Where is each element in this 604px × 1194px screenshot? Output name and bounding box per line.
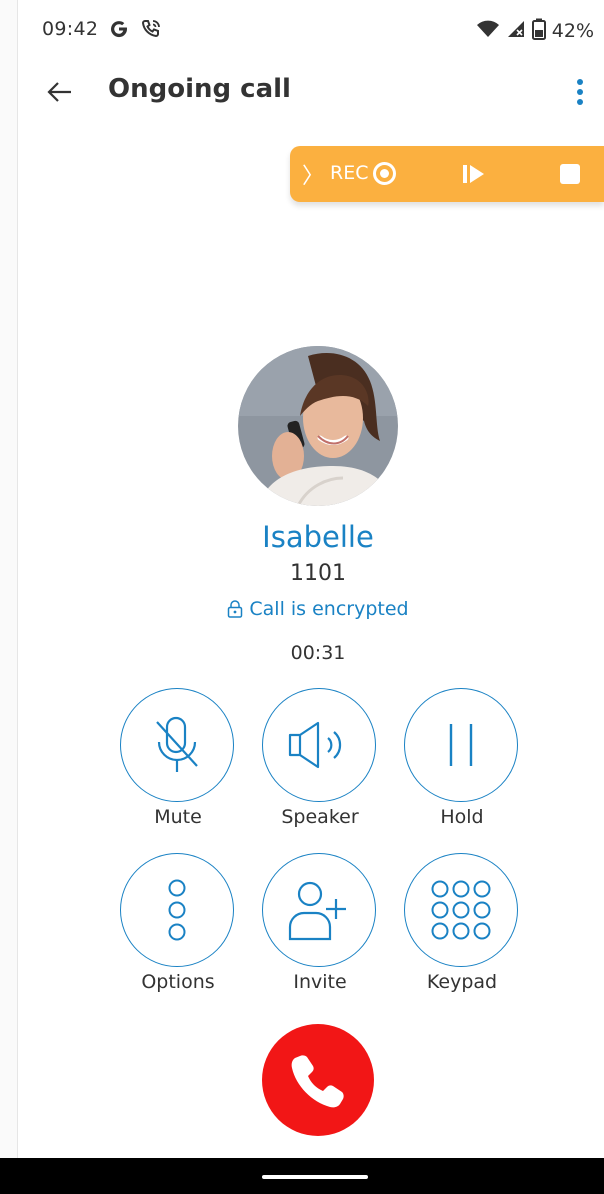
page-title: Ongoing call bbox=[108, 74, 291, 104]
arrow-left-icon bbox=[47, 82, 71, 102]
end-call-button[interactable] bbox=[262, 1024, 374, 1136]
stop-icon[interactable] bbox=[560, 164, 580, 184]
pause-icon bbox=[449, 724, 473, 766]
speaker-button[interactable] bbox=[262, 688, 378, 804]
invite-button[interactable] bbox=[262, 853, 378, 969]
options-icon bbox=[168, 879, 186, 941]
encryption-status: Call is encrypted bbox=[18, 598, 604, 620]
resume-icon[interactable] bbox=[460, 160, 488, 192]
add-person-icon bbox=[288, 881, 346, 941]
encryption-text: Call is encrypted bbox=[249, 598, 409, 620]
call-screen: 09:42 42% Ongoing call 〉 REC Isabelle 11… bbox=[18, 0, 604, 1158]
dialpad-icon bbox=[431, 880, 491, 940]
options-button[interactable] bbox=[120, 853, 236, 969]
caller-number: 1101 bbox=[290, 561, 346, 586]
caller-avatar bbox=[238, 346, 398, 506]
call-duration: 00:31 bbox=[290, 642, 346, 664]
hold-button[interactable] bbox=[404, 688, 520, 804]
phone-call-icon bbox=[140, 18, 162, 44]
signal-icon bbox=[506, 19, 526, 43]
home-handle[interactable] bbox=[262, 1175, 368, 1179]
system-navigation-bar bbox=[0, 1158, 604, 1194]
invite-label: Invite bbox=[293, 971, 347, 993]
record-icon[interactable] bbox=[373, 162, 396, 185]
status-right-group: 42% bbox=[476, 18, 594, 44]
phone-hangup-icon bbox=[291, 1055, 344, 1108]
options-label: Options bbox=[141, 971, 215, 993]
status-time: 09:42 bbox=[42, 18, 99, 40]
speaker-icon bbox=[288, 721, 342, 769]
app-bar: Ongoing call bbox=[18, 62, 604, 122]
mic-off-icon bbox=[156, 716, 198, 772]
lock-icon bbox=[228, 600, 243, 618]
more-vertical-icon bbox=[577, 79, 583, 85]
battery-icon bbox=[531, 18, 546, 44]
speaker-label: Speaker bbox=[281, 806, 359, 828]
mute-button[interactable] bbox=[120, 688, 236, 804]
more-options-button[interactable] bbox=[568, 72, 592, 112]
hold-label: Hold bbox=[440, 806, 484, 828]
status-bar: 09:42 42% bbox=[18, 0, 604, 62]
keypad-button[interactable] bbox=[404, 853, 520, 969]
battery-percent: 42% bbox=[551, 20, 594, 42]
back-button[interactable] bbox=[42, 74, 78, 110]
chevron-right-icon[interactable]: 〉 bbox=[302, 158, 324, 190]
wifi-icon bbox=[476, 19, 500, 43]
caller-name: Isabelle bbox=[262, 520, 374, 554]
google-icon bbox=[108, 18, 130, 44]
device-frame-edge bbox=[0, 0, 18, 1158]
keypad-label: Keypad bbox=[426, 971, 498, 993]
recording-bar: 〉 REC bbox=[290, 146, 604, 202]
mute-label: Mute bbox=[154, 806, 202, 828]
recording-label: REC bbox=[330, 162, 369, 184]
